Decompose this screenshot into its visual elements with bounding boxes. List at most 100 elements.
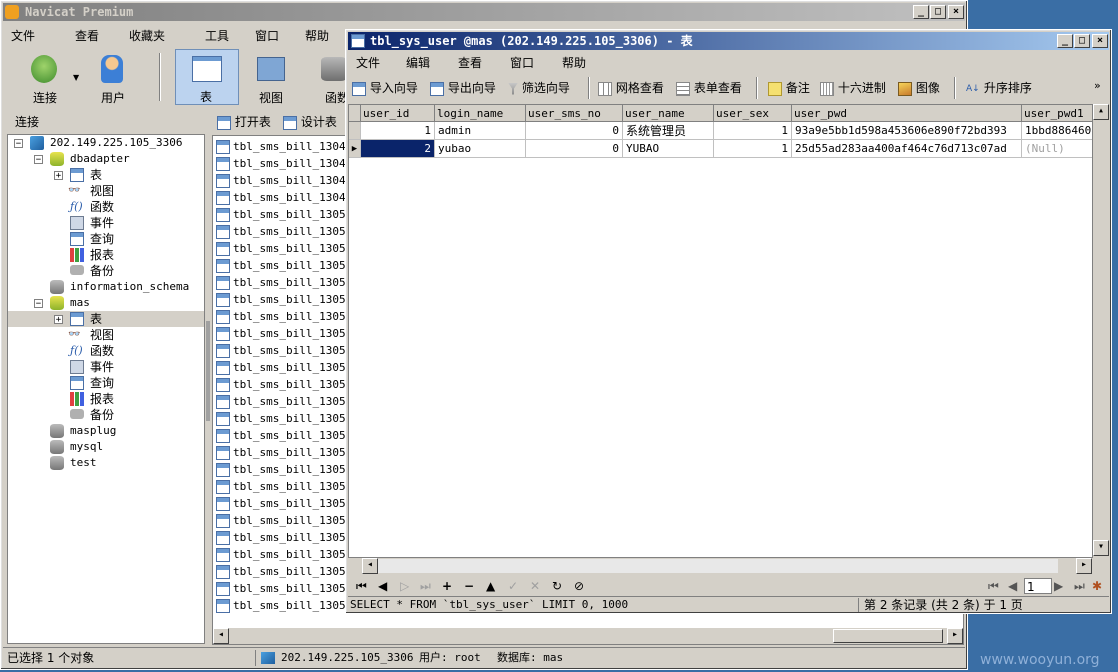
expand-icon[interactable]: +	[54, 171, 63, 181]
collapse-icon[interactable]: −	[34, 155, 43, 165]
scroll-thumb[interactable]	[378, 559, 1058, 573]
tree-item-queries[interactable]: 查询	[8, 231, 204, 247]
scroll-left-button[interactable]: ◂	[362, 558, 378, 574]
image-button[interactable]: 图像	[898, 76, 940, 100]
menu-view[interactable]: 查看	[450, 54, 502, 72]
row-indicator[interactable]	[349, 122, 361, 140]
cell-user-sex[interactable]: 1	[714, 140, 792, 158]
sort-asc-button[interactable]: A↓ 升序排序	[966, 76, 1032, 100]
pane-splitter[interactable]	[206, 321, 210, 421]
form-view-button[interactable]: 表单查看	[676, 76, 742, 100]
tree-db-mysql[interactable]: mysql	[8, 439, 204, 455]
cell-user-sex[interactable]: 1	[714, 122, 792, 140]
row-indicator-current[interactable]: ▶	[349, 140, 361, 158]
filter-wizard-button[interactable]: 筛选向导	[508, 76, 570, 100]
column-header[interactable]: user_sms_no	[526, 105, 623, 122]
grid-vscrollbar[interactable]: ▴ ▾	[1093, 104, 1109, 558]
tree-db-test[interactable]: test	[8, 455, 204, 471]
page-first-icon[interactable]: ⏮	[988, 576, 999, 596]
scroll-right-button[interactable]: ▸	[947, 628, 963, 644]
tree-item-backups[interactable]: 备份	[8, 407, 204, 423]
tree-db-information-schema[interactable]: information_schema	[8, 279, 204, 295]
first-record-icon[interactable]: ⏮	[356, 576, 367, 596]
stop-icon[interactable]: ⊘	[574, 576, 584, 596]
scroll-left-button[interactable]: ◂	[213, 628, 229, 644]
expand-icon[interactable]: +	[54, 315, 63, 325]
menu-view[interactable]: 查看	[67, 27, 121, 45]
menu-window[interactable]: 窗口	[502, 54, 554, 72]
toolbar-table-button[interactable]: 表	[175, 49, 239, 105]
collapse-icon[interactable]: −	[14, 139, 23, 149]
tree-item-queries[interactable]: 查询	[8, 375, 204, 391]
apply-changes-icon[interactable]: ✓	[508, 576, 518, 596]
menu-tools[interactable]: 工具	[197, 27, 247, 45]
menu-favorites[interactable]: 收藏夹	[121, 27, 197, 45]
menu-help[interactable]: 帮助	[554, 54, 604, 72]
cell-user-id[interactable]: 1	[361, 122, 435, 140]
table-list-hscrollbar[interactable]: ◂ ▸	[213, 627, 963, 644]
scroll-down-button[interactable]: ▾	[1093, 540, 1109, 556]
maximize-button[interactable]: □	[1074, 34, 1090, 48]
close-button[interactable]: ×	[948, 5, 964, 19]
menu-edit[interactable]: 编辑	[398, 54, 450, 72]
cell-user-id-selected[interactable]: 2	[361, 140, 435, 158]
grid-hscrollbar[interactable]: ◂ ▸	[348, 558, 1093, 574]
tree-db-mas[interactable]: − mas	[8, 295, 204, 311]
cell-user-pwd1-null[interactable]: (Null)	[1022, 140, 1092, 158]
import-wizard-button[interactable]: 导入向导	[352, 76, 418, 100]
column-header[interactable]: login_name	[435, 105, 526, 122]
tree-item-reports[interactable]: 报表	[8, 391, 204, 407]
maximize-button[interactable]: □	[930, 5, 946, 19]
tree-item-events[interactable]: 事件	[8, 215, 204, 231]
cell-login-name[interactable]: admin	[435, 122, 526, 140]
tree-server[interactable]: − 202.149.225.105_3306	[8, 135, 204, 151]
column-header[interactable]: user_pwd	[792, 105, 1022, 122]
add-record-icon[interactable]: +	[442, 576, 452, 596]
cell-user-name[interactable]: 系统管理员	[623, 122, 714, 140]
toolbar-overflow-icon[interactable]: »	[1094, 74, 1101, 98]
tree-item-functions[interactable]: ƒ() 函数	[8, 199, 204, 215]
delete-record-icon[interactable]: −	[464, 576, 474, 596]
tree-item-tables[interactable]: + 表	[8, 167, 204, 183]
cell-user-name[interactable]: YUBAO	[623, 140, 714, 158]
tree-item-events[interactable]: 事件	[8, 359, 204, 375]
tree-item-functions[interactable]: ƒ() 函数	[8, 343, 204, 359]
tree-db-dbadapter[interactable]: − dbadapter	[8, 151, 204, 167]
grid-view-button[interactable]: 网格查看	[598, 76, 664, 100]
last-record-icon[interactable]: ⏭	[420, 576, 431, 596]
scroll-right-button[interactable]: ▸	[1076, 558, 1092, 574]
cell-login-name[interactable]: yubao	[435, 140, 526, 158]
memo-button[interactable]: 备注	[768, 76, 810, 100]
export-wizard-button[interactable]: 导出向导	[430, 76, 496, 100]
tree-item-backups[interactable]: 备份	[8, 263, 204, 279]
page-next-icon[interactable]: ▶	[1054, 576, 1063, 596]
page-last-icon[interactable]: ⏭	[1074, 576, 1085, 596]
tree-item-tables-selected[interactable]: + 表	[8, 311, 204, 327]
minimize-button[interactable]: _	[913, 5, 929, 19]
tree-db-masplug[interactable]: masplug	[8, 423, 204, 439]
cell-user-pwd[interactable]: 93a9e5bb1d598a453606e890f72bd393	[792, 122, 1022, 140]
collapse-icon[interactable]: −	[34, 299, 43, 309]
cell-user-pwd[interactable]: 25d55ad283aa400af464c76d713c07ad	[792, 140, 1022, 158]
toolbar-connection-button[interactable]: ▼ 连接	[15, 51, 79, 105]
design-table-button[interactable]: 设计表	[283, 113, 337, 130]
column-header[interactable]: user_sex	[714, 105, 792, 122]
tree-item-views[interactable]: 👓 视图	[8, 327, 204, 343]
open-table-button[interactable]: 打开表	[217, 113, 271, 130]
minimize-button[interactable]: _	[1057, 34, 1073, 48]
menu-window[interactable]: 窗口	[247, 27, 297, 45]
menu-file[interactable]: 文件	[3, 27, 67, 45]
column-header[interactable]: user_pwd1	[1022, 105, 1092, 122]
next-record-icon[interactable]: ▷	[400, 576, 409, 596]
menu-file[interactable]: 文件	[348, 54, 398, 72]
tree-item-views[interactable]: 👓 视图	[8, 183, 204, 199]
toolbar-user-button[interactable]: 用户	[91, 51, 135, 105]
prev-record-icon[interactable]: ◀	[378, 576, 387, 596]
close-button[interactable]: ×	[1092, 34, 1108, 48]
cell-user-pwd1[interactable]: 1bbd886460827	[1022, 122, 1092, 140]
page-prev-icon[interactable]: ◀	[1008, 576, 1017, 596]
scroll-up-button[interactable]: ▴	[1093, 104, 1109, 120]
page-number-input[interactable]: 1	[1024, 578, 1052, 594]
column-header[interactable]: user_id	[361, 105, 435, 122]
toolbar-view-button[interactable]: 视图	[249, 51, 293, 105]
